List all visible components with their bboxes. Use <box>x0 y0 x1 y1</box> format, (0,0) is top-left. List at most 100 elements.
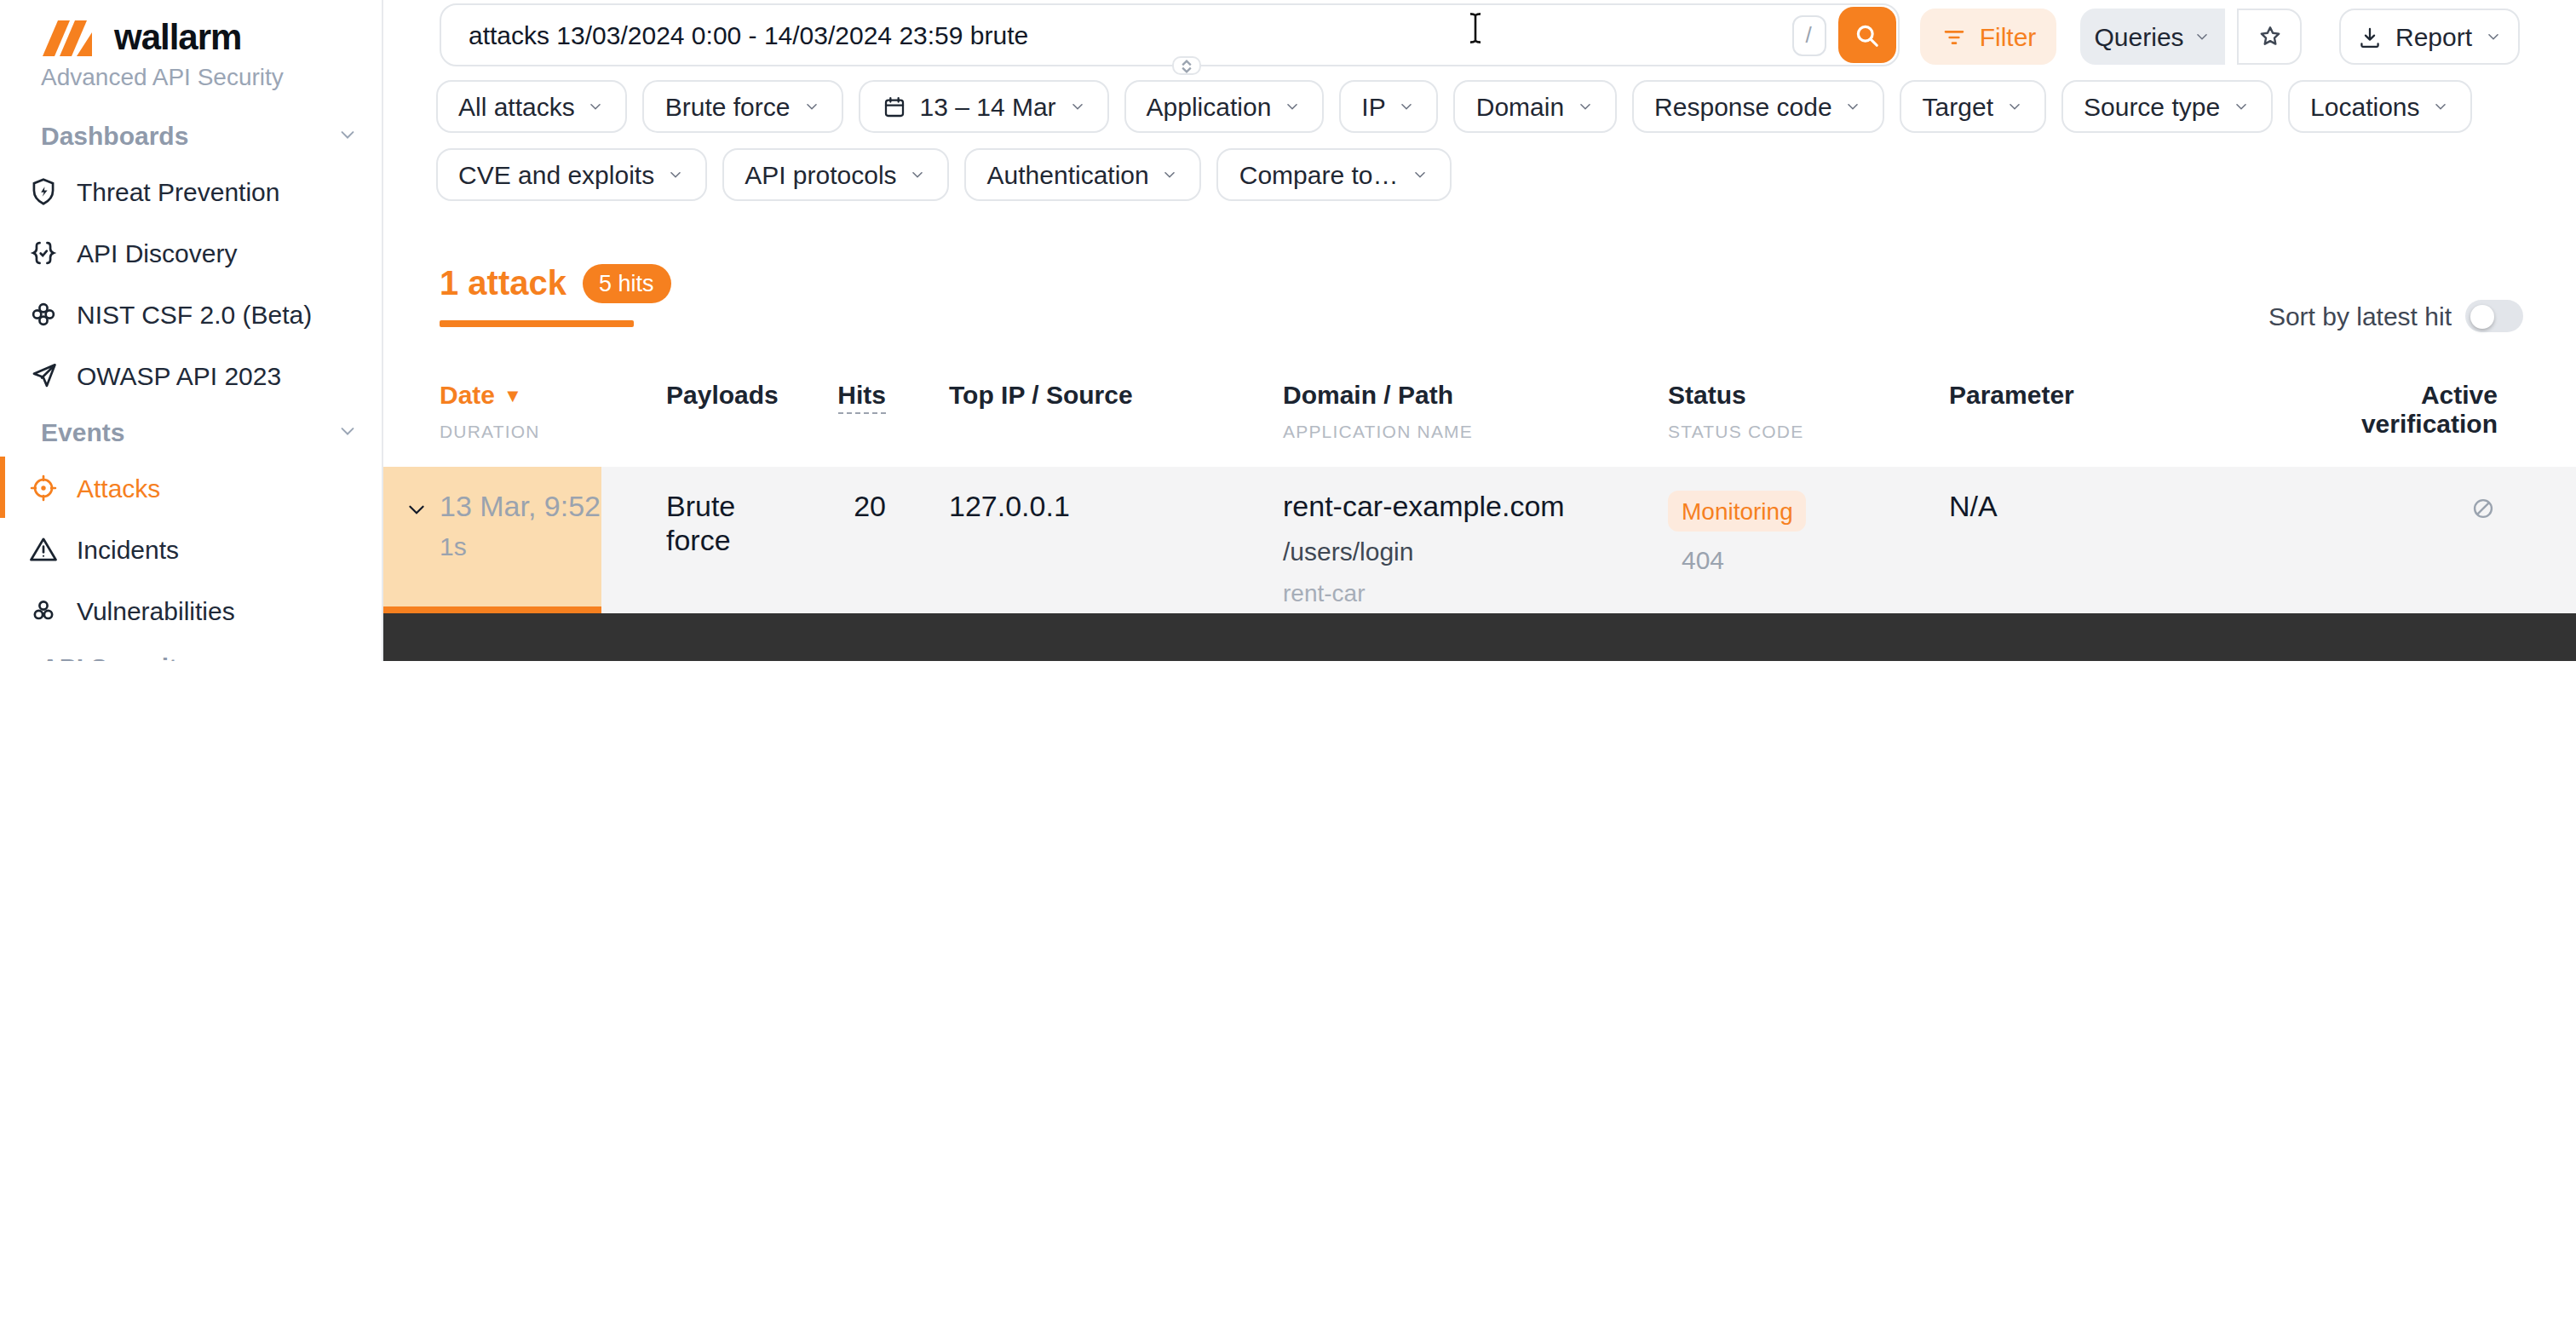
sidebar-item-owasp-api-2023[interactable]: OWASP API 2023 <box>0 344 382 405</box>
column-hits[interactable]: Hits <box>789 361 886 467</box>
filter-chip-locations[interactable]: Locations <box>2288 80 2472 133</box>
filter-chip-domain[interactable]: Domain <box>1454 80 1617 133</box>
attack-path: /users/login <box>1283 537 1668 566</box>
chevron-down-icon <box>2484 27 2503 46</box>
column-top-ip-source[interactable]: Top IP / Source <box>949 361 1283 467</box>
filter-chip-cve-and-exploits[interactable]: CVE and exploits <box>436 148 707 201</box>
chevron-down-icon <box>1398 97 1417 116</box>
filter-icon <box>1941 23 1968 50</box>
sidebar-item-attacks[interactable]: Attacks <box>0 457 382 518</box>
filter-chip-target[interactable]: Target <box>1900 80 2046 133</box>
attack-hits: 20 <box>789 467 886 613</box>
chevron-down-icon <box>2232 97 2251 116</box>
sort-by-latest-hit: Sort by latest hit <box>2268 300 2523 332</box>
req-column-date[interactable]: Date▼ <box>966 659 1153 661</box>
filter-chip-authentication[interactable]: Authentication <box>965 148 1202 201</box>
sort-toggle[interactable] <box>2465 300 2523 332</box>
chevron-down-icon <box>802 97 820 116</box>
column-status[interactable]: Status STATUS CODE <box>1668 361 1949 467</box>
search-bar: / <box>440 3 1900 66</box>
sidebar-item-api-discovery[interactable]: API Discovery <box>0 221 382 283</box>
collapse-icon[interactable] <box>405 499 428 521</box>
column-active-verification[interactable]: Active verification <box>2351 361 2539 467</box>
main-content: / Filter Queries Report <box>383 0 2576 661</box>
attack-application: rent-car <box>1283 579 1668 606</box>
filter-chip-response-code[interactable]: Response code <box>1632 80 1885 133</box>
filter-chip-brute-force[interactable]: Brute force <box>643 80 843 133</box>
attack-payloads: Brute force <box>666 467 789 613</box>
search-expand-handle[interactable] <box>1172 56 1201 75</box>
filter-chip-ip[interactable]: IP <box>1339 80 1438 133</box>
favorite-button[interactable] <box>2237 9 2302 65</box>
target-icon <box>27 471 60 503</box>
req-column-time[interactable]: Time ms <box>2172 659 2360 661</box>
req-column-source[interactable]: Source <box>1487 659 1772 661</box>
attacks-tab[interactable]: 1 attack 5 hits <box>440 264 671 303</box>
star-icon <box>2255 22 2284 51</box>
filter-chip-application[interactable]: Application <box>1124 80 1325 133</box>
attack-status-code: 404 <box>1668 545 1949 574</box>
wallarm-logo-icon <box>41 17 102 58</box>
filter-chip-compare-to[interactable]: Compare to… <box>1217 148 1452 201</box>
chevron-down-icon <box>336 419 359 443</box>
column-payloads[interactable]: Payloads <box>666 361 789 467</box>
calendar-icon <box>880 93 907 120</box>
report-button[interactable]: Report <box>2339 9 2520 65</box>
sidebar-item-vulnerabilities[interactable]: Vulnerabilities <box>0 579 382 641</box>
filter-chips-row-1: All attacks Brute force 13 – 14 Mar Applica… <box>436 80 2473 133</box>
queries-button[interactable]: Queries <box>2080 9 2225 65</box>
filter-chip-all-attacks[interactable]: All attacks <box>436 80 628 133</box>
sidebar-section-dashboards[interactable]: Dashboards <box>0 109 382 160</box>
column-domain-path[interactable]: Domain / Path APPLICATION NAME <box>1283 361 1668 467</box>
column-date[interactable]: Date▼ DURATION <box>383 361 601 467</box>
queries-group: Queries <box>2080 9 2302 65</box>
attack-date-cell[interactable]: 13 Mar, 9:52 1s <box>383 467 601 613</box>
wallarm-console: wallarm Advanced API Security Dashboards… <box>0 0 2576 661</box>
sort-desc-icon: ▼ <box>503 385 522 405</box>
four-petals-icon <box>27 297 60 330</box>
attack-details-panel: 5 requests Trigger: MB BF-Test 13 Mar, 9… <box>383 613 2576 661</box>
sidebar-section-events[interactable]: Events <box>0 405 382 457</box>
attack-active-verification <box>2351 467 2539 613</box>
sidebar-item-threat-prevention[interactable]: Threat Prevention <box>0 160 382 221</box>
req-column-domain[interactable]: Domain/Path <box>1153 659 1487 661</box>
warning-triangle-icon <box>27 532 60 565</box>
req-column-size[interactable]: Size B <box>2050 659 2172 661</box>
paper-plane-icon <box>27 359 60 391</box>
chevron-down-icon <box>2005 97 2024 116</box>
filter-chip-13-14-mar[interactable]: 13 – 14 Mar <box>858 80 1108 133</box>
chevron-down-icon <box>1283 97 1302 116</box>
filter-chip-source-type[interactable]: Source type <box>2061 80 2273 133</box>
mouse-cursor <box>1467 12 1484 44</box>
product-subtitle: Advanced API Security <box>41 63 284 90</box>
sidebar-item-incidents[interactable]: Incidents <box>0 518 382 579</box>
req-column-status[interactable]: Status <box>1772 659 1903 661</box>
download-icon <box>2356 23 2383 50</box>
req-column-code[interactable]: Code <box>1903 659 2050 661</box>
filter-chip-api-protocols[interactable]: API protocols <box>722 148 949 201</box>
attack-domain: rent-car-example.com <box>1283 491 1668 525</box>
sidebar-section-api-security[interactable]: API Security <box>0 641 382 661</box>
sidebar-item-nist-csf-2-0-beta[interactable]: NIST CSF 2.0 (Beta) <box>0 283 382 344</box>
filter-button[interactable]: Filter <box>1920 9 2056 65</box>
chevron-down-icon <box>1411 165 1429 184</box>
shortcut-hint: / <box>1791 14 1826 55</box>
chevron-down-icon <box>2432 97 2451 116</box>
attack-row[interactable]: 13 Mar, 9:52 1s Brute force 20 127.0.0.1… <box>383 467 2576 613</box>
search-input[interactable] <box>441 20 1791 49</box>
chevron-down-icon <box>666 165 685 184</box>
column-parameter[interactable]: Parameter <box>1949 361 2351 467</box>
attack-duration: 1s <box>440 532 601 560</box>
ban-icon <box>2469 494 2498 523</box>
attacks-table-header: Date▼ DURATION Payloads Hits Top IP / So… <box>383 361 2576 467</box>
chevron-down-icon <box>336 123 359 147</box>
logo[interactable]: wallarm <box>41 17 241 58</box>
attack-top-ip: 127.0.0.1 <box>949 467 1283 613</box>
braces-check-icon <box>27 236 60 268</box>
chevron-down-icon <box>1844 97 1863 116</box>
filter-chips-row-2: CVE and exploits API protocols Authenticat… <box>436 148 1452 201</box>
search-icon <box>1851 20 1882 50</box>
search-button[interactable] <box>1837 7 1895 63</box>
attack-parameter: N/A <box>1949 467 2351 613</box>
chevron-down-icon <box>1068 97 1087 116</box>
